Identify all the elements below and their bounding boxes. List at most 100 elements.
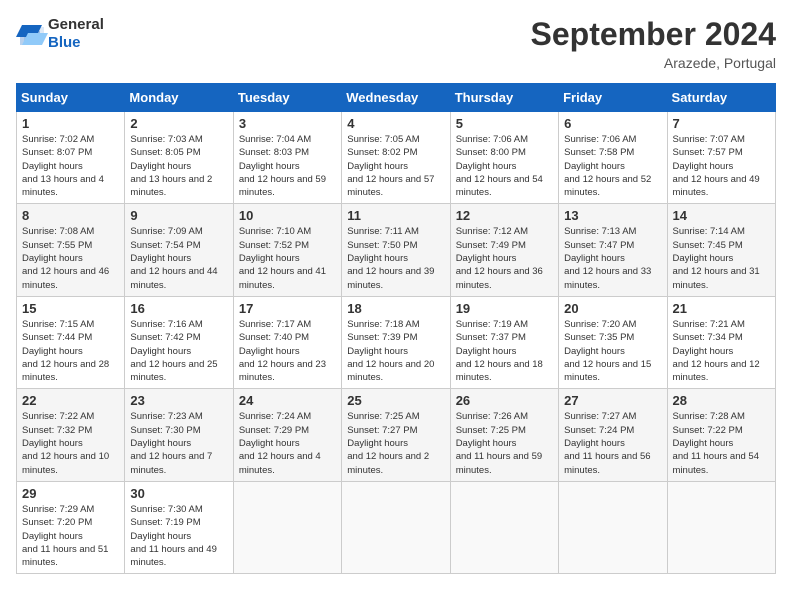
day-number: 30 <box>130 486 227 501</box>
day-info: Sunrise: 7:18 AM Sunset: 7:39 PM Dayligh… <box>347 318 444 384</box>
day-number: 25 <box>347 393 444 408</box>
table-row <box>559 481 667 573</box>
table-row: 11 Sunrise: 7:11 AM Sunset: 7:50 PM Dayl… <box>342 204 450 296</box>
header-row: Sunday Monday Tuesday Wednesday Thursday… <box>17 84 776 112</box>
day-number: 28 <box>673 393 770 408</box>
table-row: 26 Sunrise: 7:26 AM Sunset: 7:25 PM Dayl… <box>450 389 558 481</box>
logo-blue-text: Blue <box>48 34 81 51</box>
table-row: 2 Sunrise: 7:03 AM Sunset: 8:05 PM Dayli… <box>125 112 233 204</box>
day-info: Sunrise: 7:12 AM Sunset: 7:49 PM Dayligh… <box>456 225 553 291</box>
day-number: 17 <box>239 301 336 316</box>
day-info: Sunrise: 7:06 AM Sunset: 7:58 PM Dayligh… <box>564 133 661 199</box>
logo-general-text: General <box>48 16 104 33</box>
table-row: 21 Sunrise: 7:21 AM Sunset: 7:34 PM Dayl… <box>667 296 775 388</box>
table-row: 16 Sunrise: 7:16 AM Sunset: 7:42 PM Dayl… <box>125 296 233 388</box>
day-info: Sunrise: 7:21 AM Sunset: 7:34 PM Dayligh… <box>673 318 770 384</box>
day-number: 21 <box>673 301 770 316</box>
table-row: 9 Sunrise: 7:09 AM Sunset: 7:54 PM Dayli… <box>125 204 233 296</box>
day-number: 16 <box>130 301 227 316</box>
day-info: Sunrise: 7:13 AM Sunset: 7:47 PM Dayligh… <box>564 225 661 291</box>
week-row-2: 8 Sunrise: 7:08 AM Sunset: 7:55 PM Dayli… <box>17 204 776 296</box>
col-thursday: Thursday <box>450 84 558 112</box>
day-info: Sunrise: 7:24 AM Sunset: 7:29 PM Dayligh… <box>239 410 336 476</box>
table-row <box>450 481 558 573</box>
table-row: 20 Sunrise: 7:20 AM Sunset: 7:35 PM Dayl… <box>559 296 667 388</box>
table-row: 10 Sunrise: 7:10 AM Sunset: 7:52 PM Dayl… <box>233 204 341 296</box>
table-row: 18 Sunrise: 7:18 AM Sunset: 7:39 PM Dayl… <box>342 296 450 388</box>
logo: General Blue <box>16 16 104 52</box>
header: General Blue September 2024 Arazede, Por… <box>16 16 776 71</box>
table-row <box>342 481 450 573</box>
day-number: 5 <box>456 116 553 131</box>
table-row: 17 Sunrise: 7:17 AM Sunset: 7:40 PM Dayl… <box>233 296 341 388</box>
day-info: Sunrise: 7:26 AM Sunset: 7:25 PM Dayligh… <box>456 410 553 476</box>
table-row: 27 Sunrise: 7:27 AM Sunset: 7:24 PM Dayl… <box>559 389 667 481</box>
table-row: 4 Sunrise: 7:05 AM Sunset: 8:02 PM Dayli… <box>342 112 450 204</box>
day-number: 7 <box>673 116 770 131</box>
table-row: 14 Sunrise: 7:14 AM Sunset: 7:45 PM Dayl… <box>667 204 775 296</box>
title-area: September 2024 Arazede, Portugal <box>531 16 776 71</box>
week-row-1: 1 Sunrise: 7:02 AM Sunset: 8:07 PM Dayli… <box>17 112 776 204</box>
day-info: Sunrise: 7:09 AM Sunset: 7:54 PM Dayligh… <box>130 225 227 291</box>
day-info: Sunrise: 7:30 AM Sunset: 7:19 PM Dayligh… <box>130 503 227 569</box>
day-info: Sunrise: 7:17 AM Sunset: 7:40 PM Dayligh… <box>239 318 336 384</box>
day-info: Sunrise: 7:29 AM Sunset: 7:20 PM Dayligh… <box>22 503 119 569</box>
table-row: 19 Sunrise: 7:19 AM Sunset: 7:37 PM Dayl… <box>450 296 558 388</box>
day-number: 26 <box>456 393 553 408</box>
table-row: 15 Sunrise: 7:15 AM Sunset: 7:44 PM Dayl… <box>17 296 125 388</box>
day-info: Sunrise: 7:20 AM Sunset: 7:35 PM Dayligh… <box>564 318 661 384</box>
week-row-3: 15 Sunrise: 7:15 AM Sunset: 7:44 PM Dayl… <box>17 296 776 388</box>
day-info: Sunrise: 7:11 AM Sunset: 7:50 PM Dayligh… <box>347 225 444 291</box>
day-number: 18 <box>347 301 444 316</box>
day-info: Sunrise: 7:28 AM Sunset: 7:22 PM Dayligh… <box>673 410 770 476</box>
day-number: 4 <box>347 116 444 131</box>
table-row: 30 Sunrise: 7:30 AM Sunset: 7:19 PM Dayl… <box>125 481 233 573</box>
day-info: Sunrise: 7:03 AM Sunset: 8:05 PM Dayligh… <box>130 133 227 199</box>
table-row: 1 Sunrise: 7:02 AM Sunset: 8:07 PM Dayli… <box>17 112 125 204</box>
col-monday: Monday <box>125 84 233 112</box>
day-number: 1 <box>22 116 119 131</box>
day-number: 19 <box>456 301 553 316</box>
day-info: Sunrise: 7:04 AM Sunset: 8:03 PM Dayligh… <box>239 133 336 199</box>
col-saturday: Saturday <box>667 84 775 112</box>
day-number: 8 <box>22 208 119 223</box>
day-number: 14 <box>673 208 770 223</box>
day-number: 20 <box>564 301 661 316</box>
table-row: 5 Sunrise: 7:06 AM Sunset: 8:00 PM Dayli… <box>450 112 558 204</box>
day-number: 29 <box>22 486 119 501</box>
day-info: Sunrise: 7:25 AM Sunset: 7:27 PM Dayligh… <box>347 410 444 476</box>
table-row: 28 Sunrise: 7:28 AM Sunset: 7:22 PM Dayl… <box>667 389 775 481</box>
week-row-5: 29 Sunrise: 7:29 AM Sunset: 7:20 PM Dayl… <box>17 481 776 573</box>
table-row: 8 Sunrise: 7:08 AM Sunset: 7:55 PM Dayli… <box>17 204 125 296</box>
day-info: Sunrise: 7:16 AM Sunset: 7:42 PM Dayligh… <box>130 318 227 384</box>
col-sunday: Sunday <box>17 84 125 112</box>
day-number: 2 <box>130 116 227 131</box>
col-friday: Friday <box>559 84 667 112</box>
day-number: 3 <box>239 116 336 131</box>
day-number: 24 <box>239 393 336 408</box>
day-info: Sunrise: 7:27 AM Sunset: 7:24 PM Dayligh… <box>564 410 661 476</box>
day-info: Sunrise: 7:07 AM Sunset: 7:57 PM Dayligh… <box>673 133 770 199</box>
day-info: Sunrise: 7:05 AM Sunset: 8:02 PM Dayligh… <box>347 133 444 199</box>
table-row: 24 Sunrise: 7:24 AM Sunset: 7:29 PM Dayl… <box>233 389 341 481</box>
day-info: Sunrise: 7:22 AM Sunset: 7:32 PM Dayligh… <box>22 410 119 476</box>
day-number: 15 <box>22 301 119 316</box>
calendar-subtitle: Arazede, Portugal <box>531 55 776 71</box>
day-number: 27 <box>564 393 661 408</box>
week-row-4: 22 Sunrise: 7:22 AM Sunset: 7:32 PM Dayl… <box>17 389 776 481</box>
table-row <box>667 481 775 573</box>
table-row: 12 Sunrise: 7:12 AM Sunset: 7:49 PM Dayl… <box>450 204 558 296</box>
day-number: 13 <box>564 208 661 223</box>
day-info: Sunrise: 7:19 AM Sunset: 7:37 PM Dayligh… <box>456 318 553 384</box>
calendar-title: September 2024 <box>531 16 776 53</box>
table-row: 3 Sunrise: 7:04 AM Sunset: 8:03 PM Dayli… <box>233 112 341 204</box>
day-number: 23 <box>130 393 227 408</box>
day-info: Sunrise: 7:06 AM Sunset: 8:00 PM Dayligh… <box>456 133 553 199</box>
day-number: 22 <box>22 393 119 408</box>
day-info: Sunrise: 7:23 AM Sunset: 7:30 PM Dayligh… <box>130 410 227 476</box>
table-row: 22 Sunrise: 7:22 AM Sunset: 7:32 PM Dayl… <box>17 389 125 481</box>
table-row: 13 Sunrise: 7:13 AM Sunset: 7:47 PM Dayl… <box>559 204 667 296</box>
logo-icon <box>16 23 44 45</box>
day-info: Sunrise: 7:02 AM Sunset: 8:07 PM Dayligh… <box>22 133 119 199</box>
day-info: Sunrise: 7:14 AM Sunset: 7:45 PM Dayligh… <box>673 225 770 291</box>
